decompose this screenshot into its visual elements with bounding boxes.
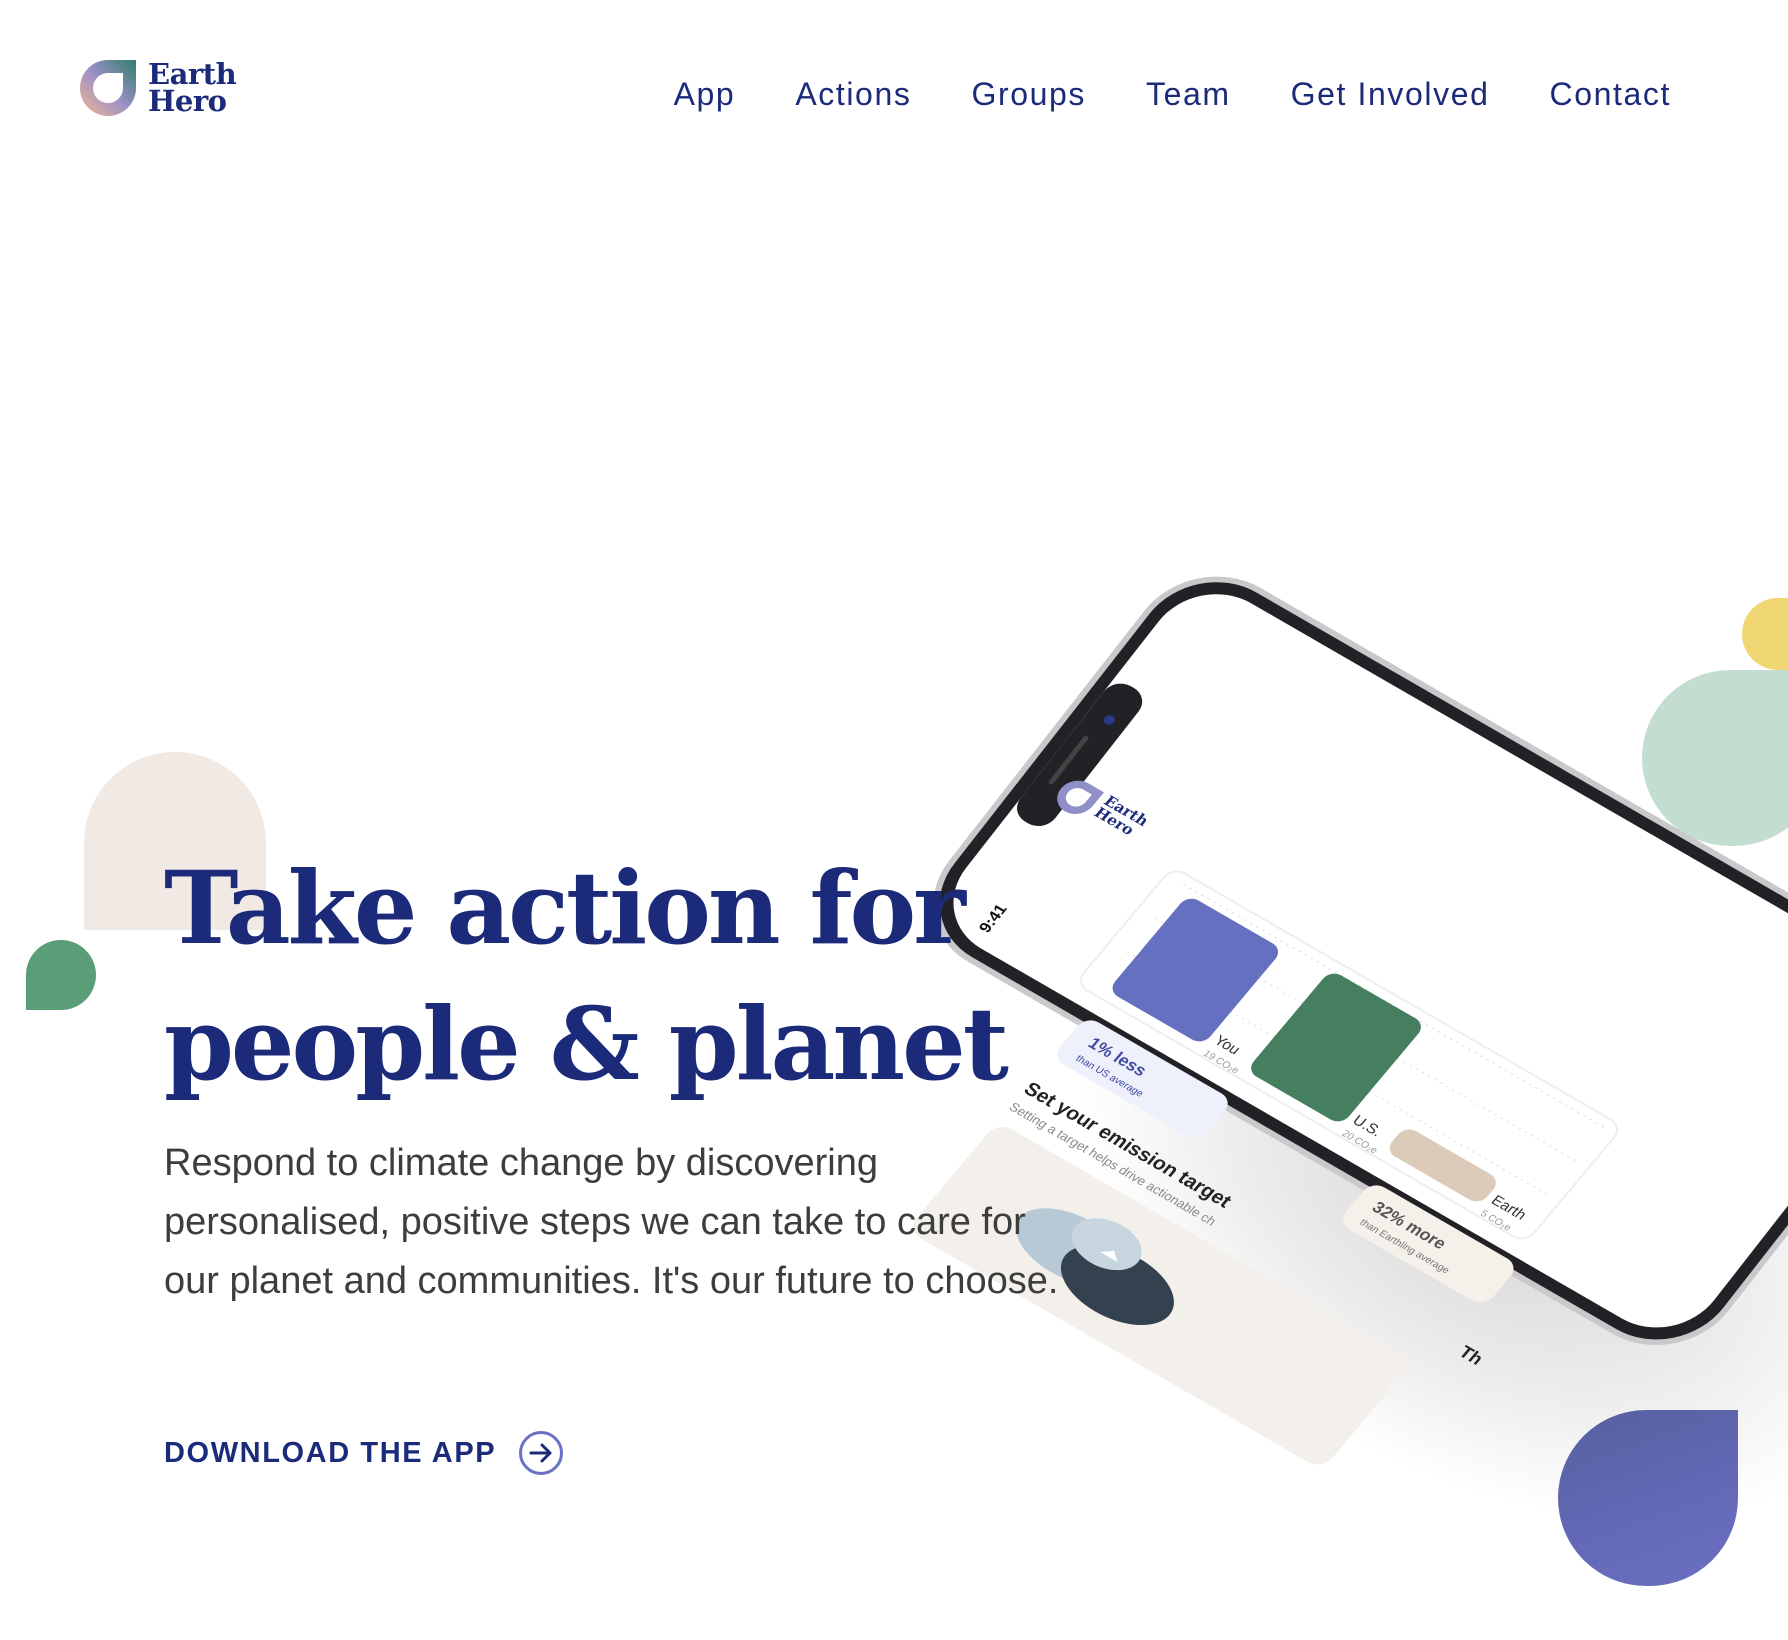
landing-page: Earth Hero App Actions Groups Team Get I…: [0, 0, 1788, 1640]
logo-link[interactable]: Earth Hero: [78, 58, 237, 118]
nav-link-groups[interactable]: Groups: [971, 76, 1086, 113]
decorative-indigo-shape: [1558, 1410, 1738, 1586]
decorative-yellow-shape: [1742, 598, 1788, 670]
download-app-label: DOWNLOAD THE APP: [164, 1436, 497, 1469]
nav-link-team[interactable]: Team: [1146, 76, 1231, 113]
download-app-button[interactable]: DOWNLOAD THE APP: [164, 1430, 564, 1476]
nav-link-actions[interactable]: Actions: [795, 76, 911, 113]
nav-link-app[interactable]: App: [674, 76, 736, 113]
nav-link-contact[interactable]: Contact: [1550, 76, 1671, 113]
logo-wordmark: Earth Hero: [148, 60, 237, 118]
hero-title-line-2: people & planet: [164, 985, 1009, 1103]
phone-illustration: 9:41 Earth Hero You19 CO₂eU.S.20 CO₂eEar…: [913, 576, 1788, 1465]
main-nav: App Actions Groups Team Get Involved Con…: [674, 76, 1671, 113]
earth-hero-logo-icon: [80, 60, 136, 116]
hero-description: Respond to climate change by discovering…: [164, 1142, 1059, 1302]
nav-link-get-involved[interactable]: Get Involved: [1291, 76, 1490, 113]
decorative-green-shape: [26, 940, 96, 1010]
hero-title-line-1: Take action for: [164, 849, 966, 967]
logo-word-2: Hero: [148, 84, 227, 118]
phone-mockup: 9:41 Earth Hero You 19 CO₂e U.S. 20 CO₂e Ear…: [913, 576, 1788, 1465]
hero-title: Take action for people & planet: [164, 840, 1009, 1112]
arrow-circle-right-icon: [519, 1431, 564, 1475]
